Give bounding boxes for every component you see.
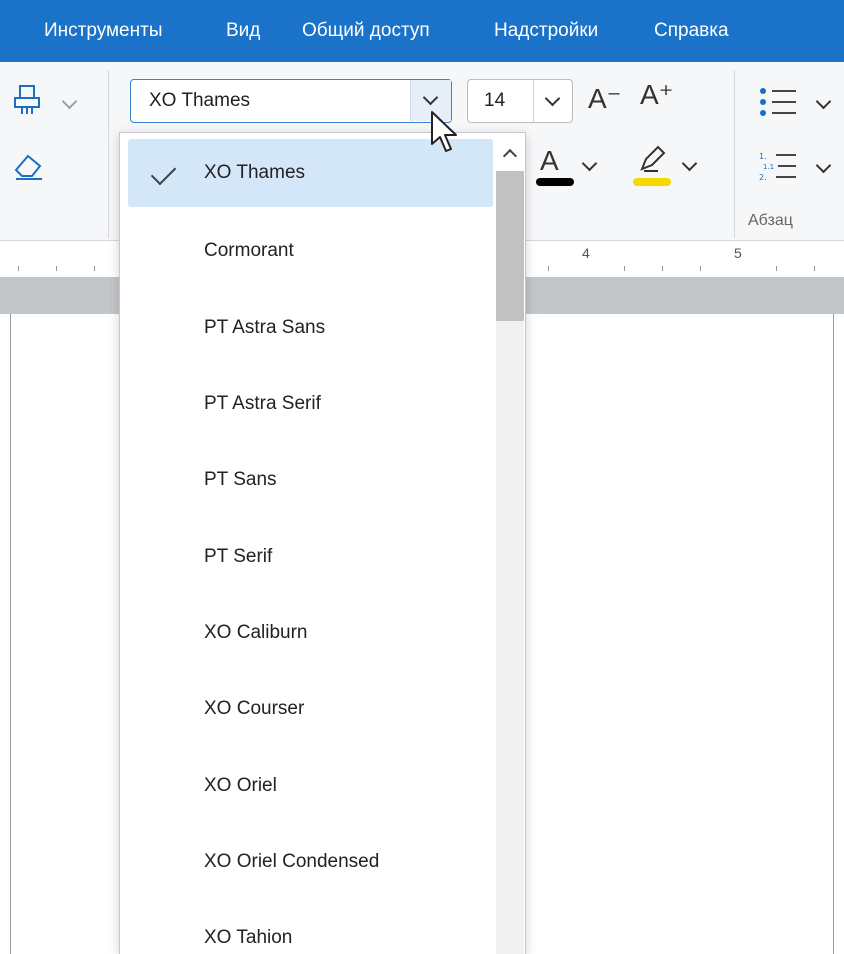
font-item-pt-astra-sans[interactable]: PT Astra Sans	[128, 294, 493, 362]
highlight-color-swatch	[633, 178, 671, 186]
font-item-xo-tahion[interactable]: XO Tahion	[128, 904, 493, 954]
font-list-scrollbar[interactable]	[494, 133, 525, 954]
font-item-xo-oriel-condensed[interactable]: XO Oriel Condensed	[128, 828, 493, 896]
font-item-xo-courser[interactable]: XO Courser	[128, 675, 493, 743]
svg-text:2.: 2.	[759, 173, 767, 182]
menu-bar: Инструменты Вид Общий доступ Надстройки …	[0, 0, 844, 62]
font-name-value[interactable]: XO Thames	[149, 80, 250, 121]
menu-addons[interactable]: Надстройки	[494, 0, 598, 62]
scroll-up-arrow-icon[interactable]	[502, 148, 518, 164]
numbered-list-icon[interactable]: 1. 1.1 2.	[758, 150, 798, 182]
decrease-font-size-button[interactable]: A⁻	[588, 82, 621, 115]
menu-tools[interactable]: Инструменты	[44, 0, 162, 62]
ribbon-separator	[108, 70, 109, 238]
font-dropdown-list: XO Thames Cormorant PT Astra Sans PT Ast…	[119, 132, 526, 954]
font-item-pt-serif[interactable]: PT Serif	[128, 523, 493, 591]
font-name-combobox[interactable]: XO Thames	[130, 79, 452, 123]
font-item-xo-caliburn[interactable]: XO Caliburn	[128, 599, 493, 667]
checkmark-icon	[150, 159, 177, 186]
font-size-combobox[interactable]: 14	[467, 79, 573, 123]
eraser-icon[interactable]	[12, 148, 46, 182]
increase-font-size-button[interactable]: A⁺	[640, 78, 673, 111]
font-item-pt-astra-serif[interactable]: PT Astra Serif	[128, 370, 493, 438]
menu-help[interactable]: Справка	[654, 0, 729, 62]
svg-text:1.: 1.	[759, 152, 767, 161]
scrollbar-thumb[interactable]	[496, 171, 524, 321]
ruler-number: 4	[582, 245, 590, 261]
menu-sharing[interactable]: Общий доступ	[302, 0, 430, 62]
bulleted-list-icon[interactable]	[758, 86, 798, 118]
font-color-button[interactable]: A	[540, 145, 559, 177]
menu-view[interactable]: Вид	[226, 0, 260, 62]
font-color-swatch	[536, 178, 574, 186]
chevron-down-icon	[422, 89, 439, 106]
highlighter-icon[interactable]	[636, 143, 670, 173]
chevron-down-icon	[544, 90, 561, 107]
ribbon-separator	[734, 70, 735, 238]
font-item-xo-oriel[interactable]: XO Oriel	[128, 752, 493, 820]
svg-text:1.1: 1.1	[763, 163, 774, 171]
page-edge-left	[10, 314, 11, 954]
mouse-pointer-icon	[430, 110, 460, 154]
paragraph-group-label: Абзац	[748, 212, 793, 229]
scrollbar-track[interactable]	[496, 321, 524, 954]
page-edge-right	[833, 314, 834, 954]
format-painter-icon[interactable]	[12, 83, 44, 117]
font-item-pt-sans[interactable]: PT Sans	[128, 446, 493, 514]
font-size-value[interactable]: 14	[484, 80, 505, 122]
font-size-dropdown-button[interactable]	[533, 80, 572, 122]
font-item-cormorant[interactable]: Cormorant	[128, 217, 493, 285]
ruler-number: 5	[734, 245, 742, 261]
